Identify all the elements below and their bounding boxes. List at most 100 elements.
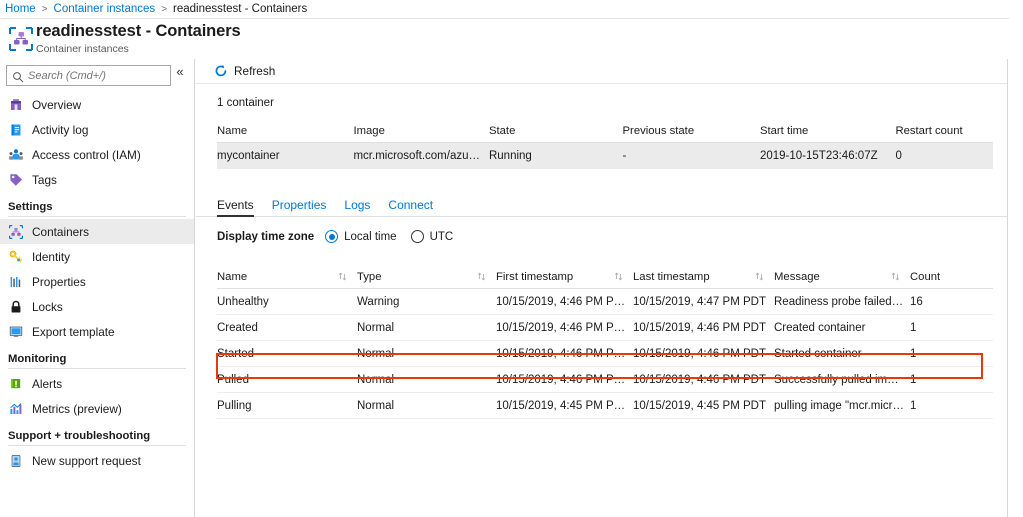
sidebar-item-label: Containers <box>32 225 89 239</box>
cell-first-timestamp: 10/15/2019, 4:46 PM PDT <box>496 322 633 334</box>
sidebar-item-properties[interactable]: Properties <box>0 269 194 294</box>
cell-message: Created container <box>774 322 910 334</box>
cell-message: Started container <box>774 348 910 360</box>
radio-utc[interactable]: UTC <box>411 230 454 243</box>
sidebar-item-containers[interactable]: Containers <box>0 219 194 244</box>
sidebar-item-label: Export template <box>32 325 115 339</box>
cell-count: 1 <box>910 322 990 334</box>
tab-logs[interactable]: Logs <box>344 198 370 216</box>
column-header-label: First timestamp <box>496 271 573 283</box>
breadcrumb-item-home[interactable]: Home <box>5 3 36 15</box>
cell-state: Running <box>489 150 623 162</box>
sort-icon <box>614 272 623 281</box>
breadcrumb: Home > Container instances > readinesste… <box>0 0 1023 19</box>
sidebar-item-label: Alerts <box>32 377 62 391</box>
cell-name: Pulled <box>217 374 357 386</box>
table-row[interactable]: Unhealthy Warning 10/15/2019, 4:46 PM PD… <box>217 289 993 315</box>
table-row[interactable]: Pulling Normal 10/15/2019, 4:45 PM PDT 1… <box>217 393 993 419</box>
table-row[interactable]: mycontainer mcr.microsoft.com/azure... R… <box>217 143 993 169</box>
sidebar-item-label: Activity log <box>32 123 88 137</box>
sidebar-section-divider <box>8 445 186 446</box>
refresh-icon <box>214 64 228 78</box>
column-header-image[interactable]: Image <box>353 125 489 137</box>
metrics-chart-icon <box>8 401 24 417</box>
cell-name: Created <box>217 322 357 334</box>
cell-previous-state: - <box>623 150 760 162</box>
column-header-restart-count[interactable]: Restart count <box>895 125 993 137</box>
sort-icon <box>891 272 900 281</box>
sidebar-item-overview[interactable]: Overview <box>0 92 194 117</box>
cell-type: Normal <box>357 374 496 386</box>
containers-icon <box>8 224 24 240</box>
events-grid: Name Type First timestamp <box>196 265 1007 419</box>
sidebar-item-metrics[interactable]: Metrics (preview) <box>0 396 194 421</box>
cell-name: mycontainer <box>217 150 353 162</box>
sidebar-item-new-support-request[interactable]: New support request <box>0 448 194 473</box>
column-header-message[interactable]: Message <box>774 271 910 283</box>
table-row[interactable]: Started Normal 10/15/2019, 4:46 PM PDT 1… <box>217 341 993 367</box>
tags-icon <box>8 172 24 188</box>
cell-name: Pulling <box>217 400 357 412</box>
table-row[interactable]: Pulled Normal 10/15/2019, 4:46 PM PDT 10… <box>217 367 993 393</box>
sidebar-item-identity[interactable]: Identity <box>0 244 194 269</box>
search-box[interactable] <box>6 65 171 86</box>
cell-type: Normal <box>357 322 496 334</box>
cell-last-timestamp: 10/15/2019, 4:45 PM PDT <box>633 400 774 412</box>
search-icon <box>12 70 24 82</box>
column-header-count[interactable]: Count <box>910 271 990 283</box>
cell-count: 16 <box>910 296 990 308</box>
column-header-state[interactable]: State <box>489 125 623 137</box>
column-header-last-timestamp[interactable]: Last timestamp <box>633 271 774 283</box>
cell-type: Warning <box>357 296 496 308</box>
sidebar-item-alerts[interactable]: Alerts <box>0 371 194 396</box>
refresh-label: Refresh <box>234 64 275 78</box>
tab-events[interactable]: Events <box>217 198 254 216</box>
collapse-sidebar-button[interactable]: « <box>172 64 188 80</box>
sort-icon <box>338 272 347 281</box>
column-header-label: Count <box>910 271 940 283</box>
page-subtitle: Container instances <box>36 43 129 55</box>
tab-connect[interactable]: Connect <box>388 198 433 216</box>
column-header-previous-state[interactable]: Previous state <box>623 125 760 137</box>
sidebar-item-export-template[interactable]: Export template <box>0 319 194 344</box>
breadcrumb-item-current: readinesstest - Containers <box>173 3 307 15</box>
column-header-name[interactable]: Name <box>217 271 357 283</box>
cell-first-timestamp: 10/15/2019, 4:45 PM PDT <box>496 400 633 412</box>
cell-count: 1 <box>910 400 990 412</box>
sidebar-item-activity-log[interactable]: Activity log <box>0 117 194 142</box>
container-instances-icon <box>7 25 35 53</box>
column-header-type[interactable]: Type <box>357 271 496 283</box>
refresh-button[interactable]: Refresh <box>214 64 275 78</box>
cell-first-timestamp: 10/15/2019, 4:46 PM PDT <box>496 374 633 386</box>
table-row[interactable]: Created Normal 10/15/2019, 4:46 PM PDT 1… <box>217 315 993 341</box>
sidebar-item-label: Identity <box>32 250 70 264</box>
cell-first-timestamp: 10/15/2019, 4:46 PM PDT <box>496 296 633 308</box>
page-header: readinesstest - Containers Container ins… <box>0 19 1023 59</box>
breadcrumb-separator: > <box>42 4 48 15</box>
column-header-start-time[interactable]: Start time <box>760 125 896 137</box>
column-header-name[interactable]: Name <box>217 125 353 137</box>
sidebar-item-label: Properties <box>32 275 86 289</box>
sidebar-item-locks[interactable]: Locks <box>0 294 194 319</box>
sort-icon <box>477 272 486 281</box>
sidebar-item-label: Access control (IAM) <box>32 148 141 162</box>
overview-icon <box>8 97 24 113</box>
display-time-zone-label: Display time zone <box>217 231 314 243</box>
page-title: readinesstest - Containers <box>36 22 241 41</box>
breadcrumb-item-container-instances[interactable]: Container instances <box>54 3 156 15</box>
search-input[interactable] <box>28 70 163 82</box>
detail-tabs: Events Properties Logs Connect <box>196 193 1007 217</box>
sort-icon <box>755 272 764 281</box>
cell-image: mcr.microsoft.com/azure... <box>353 150 489 162</box>
properties-icon <box>8 274 24 290</box>
tab-properties[interactable]: Properties <box>272 198 327 216</box>
sidebar-search-wrap: « <box>0 59 194 87</box>
sidebar-item-tags[interactable]: Tags <box>0 167 194 192</box>
radio-local-time[interactable]: Local time <box>325 230 396 243</box>
events-grid-header: Name Type First timestamp <box>217 265 993 289</box>
column-header-first-timestamp[interactable]: First timestamp <box>496 271 633 283</box>
main-content: Refresh 1 container Name Image State Pre… <box>196 59 1008 517</box>
cell-type: Normal <box>357 400 496 412</box>
sidebar-item-access-control[interactable]: Access control (IAM) <box>0 142 194 167</box>
column-header-label: Last timestamp <box>633 271 710 283</box>
